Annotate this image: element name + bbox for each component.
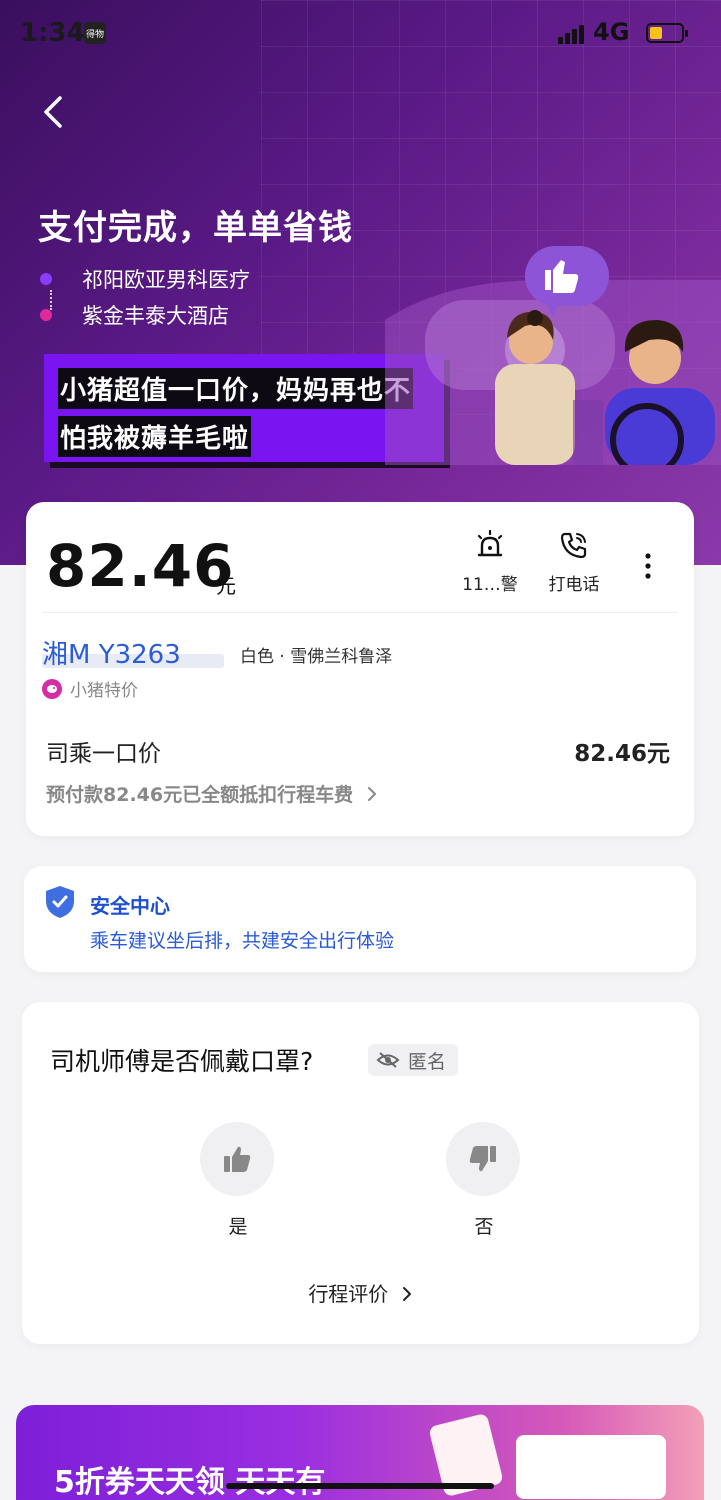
safety-center-card[interactable]: 安全中心 乘车建议坐后排，共建安全出行体验 [24,866,696,972]
destination-label: 紫金丰泰大酒店 [82,304,229,328]
total-price: 82.46 [46,532,235,600]
back-button[interactable] [36,92,76,132]
alarm-icon [477,530,503,557]
trip-evaluation-link[interactable]: 行程评价 [22,1278,699,1307]
status-app-badge: 得物 [84,22,106,44]
alarm-button[interactable]: 11…警 [450,530,530,595]
mask-survey-card: 司机师傅是否佩戴口罩? 匿名 是 否 行程评价 [22,1002,699,1344]
price-unit: 元 [216,574,236,598]
service-tag-label: 小猪特价 [70,681,138,701]
vote-yes-circle [200,1122,274,1196]
coupon-ticket-graphic [516,1435,666,1499]
safety-subtitle: 乘车建议坐后排，共建安全出行体验 [90,930,395,952]
battery-icon [646,23,688,43]
eye-off-icon [376,1052,400,1068]
shield-icon [46,886,74,918]
safety-title: 安全中心 [90,894,170,918]
route-origin: 祁阳欧亚男科医疗 [40,264,250,294]
phone-icon [560,532,587,559]
thumbs-down-icon [469,1146,496,1172]
alarm-label: 11…警 [462,575,518,595]
driver-passenger-illustration [385,246,721,465]
slogan-banner: 小猪超值一口价，妈妈再也不 怕我被薅羊毛啦 [44,354,444,462]
home-indicator[interactable] [226,1483,494,1489]
more-button[interactable] [636,550,660,582]
network-label: 4G [593,18,630,46]
car-info: 白色 · 雪佛兰科鲁泽 [240,647,393,667]
pig-logo-icon [42,678,62,699]
fare-note-text: 预付款82.46元已全额抵扣行程车费 [46,784,354,806]
anonymous-badge: 匿名 [368,1044,459,1076]
destination-dot [40,309,52,321]
route-destination: 紫金丰泰大酒店 [40,300,229,330]
trip-card: 82.46 元 11…警 打电话 湘M Y3263 白色 · 雪佛兰科鲁泽 小猪… [26,502,694,836]
page-title: 支付完成，单单省钱 [38,208,353,248]
vote-yes-label: 是 [228,1216,248,1238]
more-icon [645,553,651,579]
survey-question: 司机师傅是否佩戴口罩? [50,1047,314,1076]
vote-no-label: 否 [474,1216,494,1238]
slogan-line-1: 小猪超值一口价，妈妈再也不 [58,368,414,409]
chevron-right-icon [367,787,376,801]
fare-type-label: 司乘一口价 [46,741,161,767]
status-time: 1:34 [20,18,85,48]
thumbs-up-icon [224,1146,251,1172]
signal-icon [558,24,586,44]
fare-value: 82.46元 [574,741,670,767]
card-divider [42,612,678,613]
hero-banner: 1:34 得物 4G 支付完成，单单省钱 祁阳欧亚男科医疗 紫金丰泰大酒店 小猪… [0,0,721,565]
promo-text: 5折券天天领 天天有 [54,1465,326,1500]
vote-no-circle [446,1122,520,1196]
vote-no-button[interactable]: 否 [446,1122,522,1239]
call-label: 打电话 [548,575,600,595]
back-icon [44,96,62,128]
call-button[interactable]: 打电话 [534,530,614,595]
vote-yes-button[interactable]: 是 [200,1122,276,1239]
origin-dot [40,273,52,285]
service-tag: 小猪特价 [42,676,138,701]
slogan-line-2: 怕我被薅羊毛啦 [58,416,252,457]
chevron-right-icon [402,1287,411,1301]
license-plate: 湘M Y3263 [42,640,181,670]
trip-eval-label: 行程评价 [308,1282,389,1306]
status-bar: 1:34 得物 4G [0,0,721,64]
anonymous-label: 匿名 [408,1050,447,1073]
fare-detail-link[interactable]: 预付款82.46元已全额抵扣行程车费 [46,780,378,807]
origin-label: 祁阳欧亚男科医疗 [82,268,250,292]
